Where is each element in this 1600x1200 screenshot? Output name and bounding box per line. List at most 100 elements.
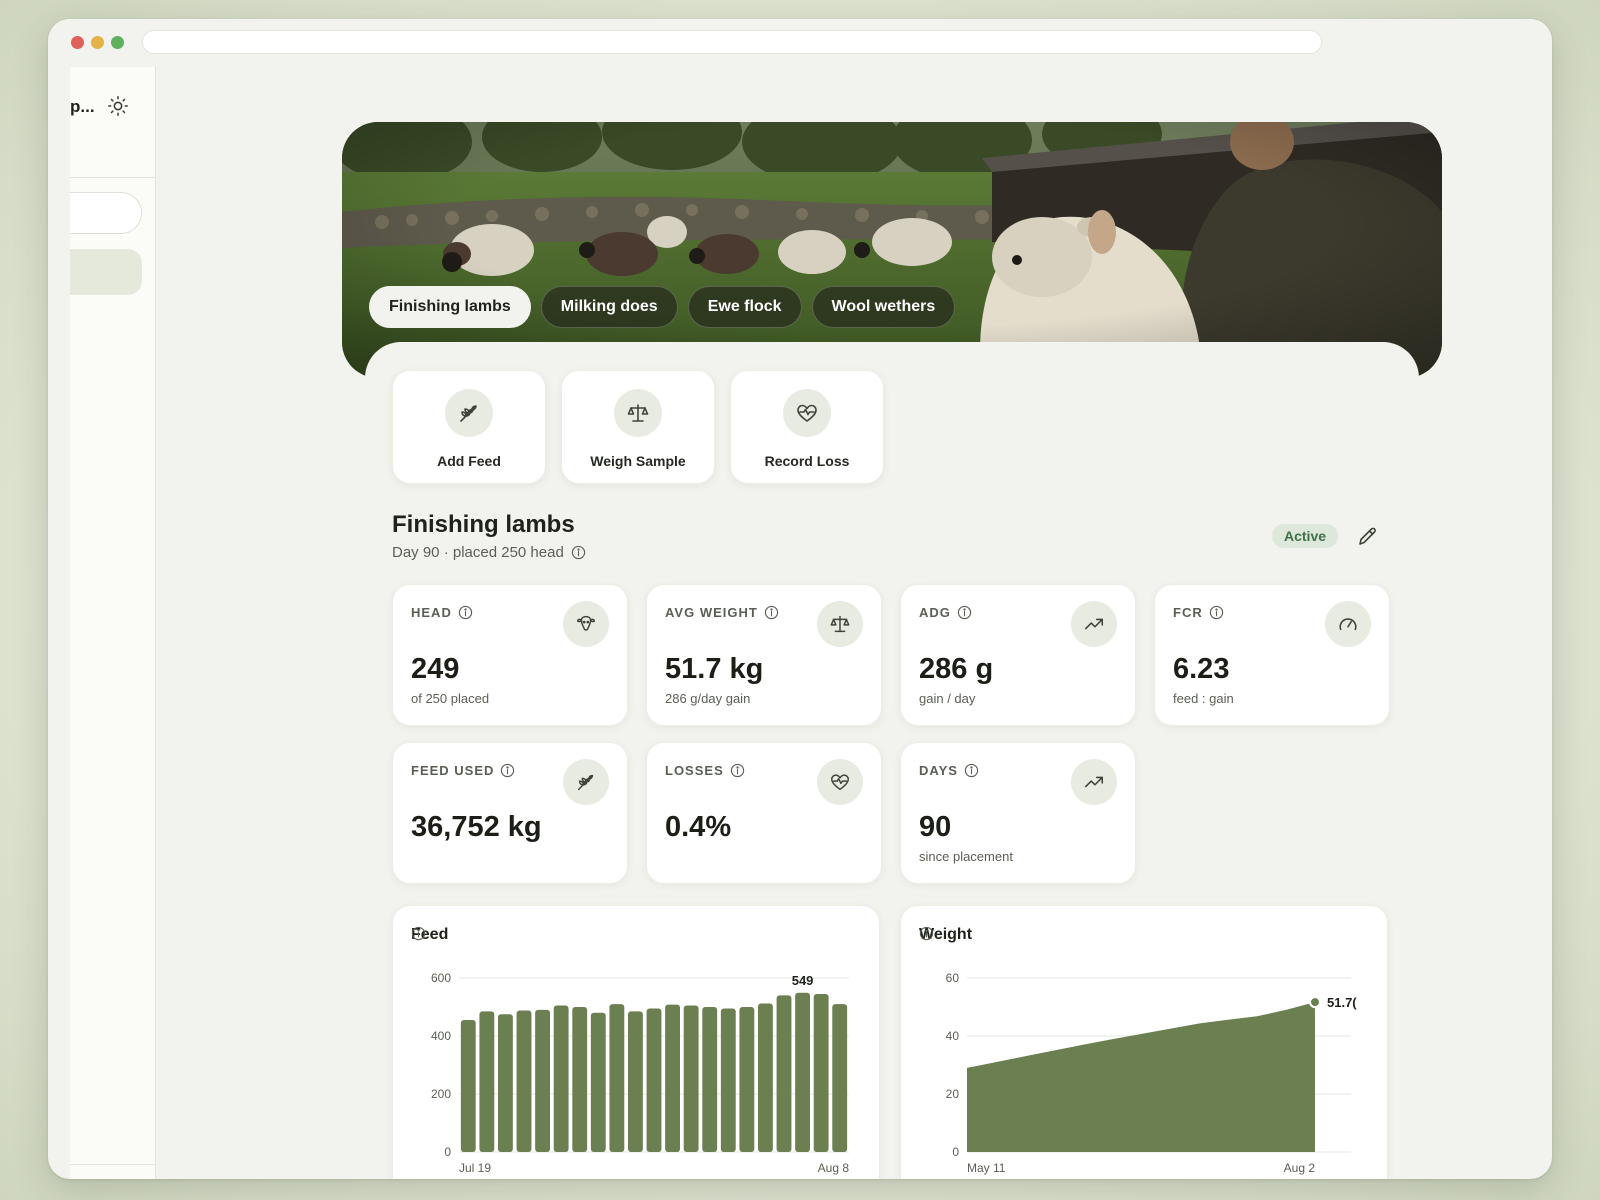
feed-bar (498, 1014, 513, 1152)
heart-pulse-icon (783, 389, 831, 437)
sidebar: p... (70, 67, 156, 1179)
stat-value-adg: 286 g (919, 653, 994, 685)
feed-bar (813, 993, 829, 1152)
weigh-sample-button[interactable]: Weigh Sample (561, 370, 715, 484)
stat-label-feed-used: FEED USED (411, 763, 515, 778)
stat-card-avg-weight: AVG WEIGHT 51.7 kg 286 g/day gain (646, 584, 882, 726)
weight-chart: 0 20 40 60 51.7(May 11 Aug 2 (946, 971, 1358, 1175)
y-tick-label: 400 (431, 1029, 451, 1043)
info-icon[interactable] (500, 763, 515, 778)
feed-chart-card: Feed 0 200 400 600 549 Jul 19 Aug 8 (392, 905, 880, 1179)
stat-card-head: HEAD 249 of 250 placed (392, 584, 628, 726)
quick-actions: Add Feed Weigh Sample Record Loss (392, 370, 884, 484)
trend-up-icon (1071, 759, 1117, 805)
app-brand: p... (70, 97, 95, 116)
x-tick-label: Jul 19 (459, 1161, 491, 1175)
feed-bar (758, 1003, 773, 1152)
stat-label-feed-used-text: FEED USED (411, 763, 495, 778)
weigh-sample-label: Weigh Sample (590, 453, 686, 469)
stat-label-fcr: FCR (1173, 605, 1224, 620)
info-icon[interactable] (964, 763, 979, 778)
add-feed-button[interactable]: Add Feed (392, 370, 546, 484)
feed-peak-label: 549 (792, 973, 814, 988)
record-loss-button[interactable]: Record Loss (730, 370, 884, 484)
feed-bar (683, 1005, 699, 1152)
info-icon[interactable] (957, 605, 972, 620)
scale-icon (614, 389, 662, 437)
info-icon[interactable] (1209, 605, 1224, 620)
close-window-button[interactable] (71, 36, 84, 49)
info-icon[interactable] (730, 763, 745, 778)
feed-bar (609, 1004, 625, 1152)
record-loss-label: Record Loss (764, 453, 850, 469)
stat-value-days: 90 (919, 811, 952, 843)
page-subtitle: Day 90 · placed 250 head (392, 544, 586, 561)
sidebar-item-active[interactable] (70, 249, 142, 295)
tab-finishing-lambs[interactable]: Finishing lambs (369, 286, 531, 328)
info-icon[interactable] (571, 545, 586, 560)
page-title: Finishing lambs (392, 511, 575, 538)
feed-bar (739, 1007, 755, 1152)
y-tick-label: 0 (444, 1145, 451, 1159)
tab-wool-wethers[interactable]: Wool wethers (811, 286, 956, 328)
scale-icon (817, 601, 863, 647)
stat-label-head: HEAD (411, 605, 473, 620)
feed-bar (628, 1011, 643, 1152)
feed-bar (776, 995, 792, 1152)
feed-bar (572, 1007, 588, 1152)
stat-card-adg: ADG 286 g gain / day (900, 584, 1136, 726)
stat-label-fcr-text: FCR (1173, 605, 1203, 620)
stat-value-feed-used: 36,752 kg (411, 811, 542, 843)
maximize-window-button[interactable] (111, 36, 124, 49)
stat-label-adg: ADG (919, 605, 972, 620)
main-content: Finishing lambs Milking does Ewe flock W… (156, 67, 1552, 1179)
info-icon[interactable] (458, 605, 473, 620)
feed-bar (646, 1008, 662, 1152)
info-icon[interactable] (764, 605, 779, 620)
x-tick-label: Aug 8 (818, 1161, 850, 1175)
hero-banner: Finishing lambs Milking does Ewe flock W… (342, 122, 1442, 378)
sidebar-search-input[interactable] (70, 192, 142, 234)
stat-label-days: DAYS (919, 763, 979, 778)
stat-value-fcr: 6.23 (1173, 653, 1230, 685)
stat-label-days-text: DAYS (919, 763, 958, 778)
y-tick-label: 60 (946, 971, 960, 985)
stat-sub-fcr: feed : gain (1173, 691, 1234, 706)
x-tick-label: May 11 (967, 1161, 1006, 1175)
stat-value-losses: 0.4% (665, 811, 732, 843)
stat-label-adg-text: ADG (919, 605, 951, 620)
wheat-icon (563, 759, 609, 805)
tab-ewe-flock[interactable]: Ewe flock (687, 286, 802, 328)
browser-window: p... Finishing lambs Milking does Ewe fl… (48, 19, 1552, 1179)
minimize-window-button[interactable] (91, 36, 104, 49)
weight-endpoint-label: 51.7( (1327, 995, 1357, 1010)
feed-bar (665, 1004, 680, 1152)
sidebar-footer-divider (70, 1164, 155, 1165)
stat-sub-head: of 250 placed (411, 691, 490, 706)
page-subtitle-text: Day 90 · placed 250 head (392, 544, 564, 561)
stat-label-losses: LOSSES (665, 763, 745, 778)
gauge-icon (1325, 601, 1371, 647)
feed-bar (553, 1005, 569, 1152)
feed-bar (702, 1007, 718, 1152)
wheat-icon (445, 389, 493, 437)
stat-sub-adg: gain / day (919, 691, 976, 706)
tab-milking-does[interactable]: Milking does (540, 286, 678, 328)
feed-bar (516, 1010, 532, 1152)
sun-icon[interactable] (107, 95, 129, 117)
stat-card-feed-used: FEED USED 36,752 kg (392, 742, 628, 884)
stat-label-avg-weight-text: AVG WEIGHT (665, 605, 758, 620)
feed-bar (720, 1008, 736, 1152)
stat-label-avg-weight: AVG WEIGHT (665, 605, 779, 620)
stat-value-head: 249 (411, 653, 460, 685)
y-tick-label: 600 (431, 971, 451, 985)
y-tick-label: 40 (946, 1029, 960, 1043)
weight-chart-card: Weight 0 20 40 60 51.7(May 11 Aug 2 (900, 905, 1388, 1179)
trend-up-icon (1071, 601, 1117, 647)
pencil-icon[interactable] (1356, 524, 1380, 548)
title-bar (48, 19, 1552, 67)
address-bar[interactable] (142, 30, 1322, 54)
heart-pulse-icon (817, 759, 863, 805)
feed-bar (460, 1020, 476, 1152)
stat-card-days: DAYS 90 since placement (900, 742, 1136, 884)
